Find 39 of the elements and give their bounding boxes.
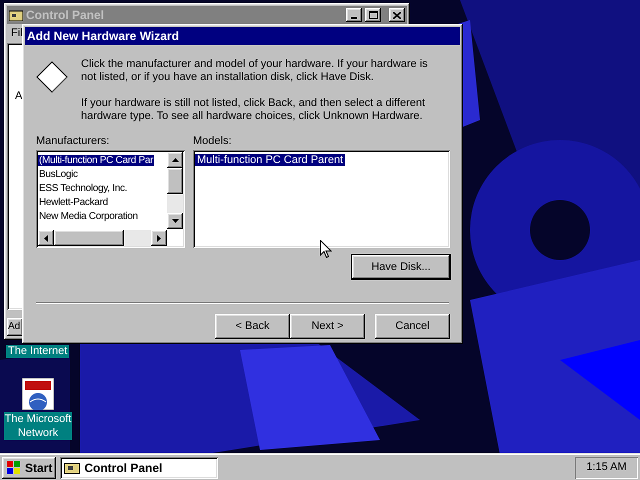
desktop-icon-label[interactable]: The Internet	[6, 345, 70, 358]
cancel-button[interactable]: Cancel	[375, 314, 450, 339]
folder-icon	[9, 9, 23, 21]
list-item[interactable]: Hewlett-Packard	[38, 197, 109, 208]
list-item[interactable]: BusLogic	[38, 169, 79, 180]
next-button[interactable]: Next >	[290, 314, 365, 339]
window-title: Add New Hardware Wizard	[27, 28, 179, 45]
down-arrow-icon[interactable]	[172, 219, 178, 223]
desktop-icon-label[interactable]: The Microsoft Network	[4, 412, 72, 440]
close-icon	[393, 12, 401, 18]
up-arrow-icon[interactable]	[172, 158, 178, 162]
models-label: Models:	[193, 134, 233, 148]
maximize-button[interactable]	[365, 8, 381, 22]
menu-item[interactable]: Fil	[11, 25, 23, 42]
back-button[interactable]: < Back	[215, 314, 290, 339]
have-disk-button[interactable]: Have Disk...	[352, 255, 450, 279]
close-button[interactable]	[389, 8, 405, 22]
list-item[interactable]: ESS Technology, Inc.	[38, 183, 128, 194]
instruction-text: If your hardware is still not listed, click Back, and then select a different hardware type. To see all hardware choices, click Unknown Hardware.	[81, 97, 426, 123]
item-label: A	[15, 90, 22, 102]
manufacturers-label: Manufacturers:	[36, 134, 110, 148]
instruction-text: Click the manufacturer and model of your hardware. If your hardware is not listed, or if you have an installation disk, click Have Disk.	[81, 58, 429, 84]
right-arrow-icon[interactable]	[157, 234, 161, 242]
left-arrow-icon[interactable]	[44, 234, 48, 242]
clock: 1:15 AM	[575, 456, 638, 478]
list-item[interactable]: Multi-function PC Card Parent	[195, 154, 346, 166]
list-item[interactable]: (Multi-function PC Card Par	[38, 155, 154, 166]
window-title: Control Panel	[26, 7, 106, 24]
windows-logo-icon	[6, 460, 22, 474]
start-button[interactable]: Start	[2, 456, 56, 478]
globe-icon[interactable]	[22, 378, 54, 410]
list-item[interactable]: New Media Corporation	[38, 211, 139, 222]
horizontal-scrollbar[interactable]	[38, 230, 167, 246]
scroll-thumb[interactable]	[167, 168, 183, 194]
minimize-button[interactable]	[346, 8, 362, 22]
add-button[interactable]: Ad	[7, 318, 24, 336]
taskbar-button[interactable]: Control Panel	[60, 456, 218, 478]
diamond-icon	[36, 61, 68, 93]
folder-icon	[64, 461, 80, 474]
